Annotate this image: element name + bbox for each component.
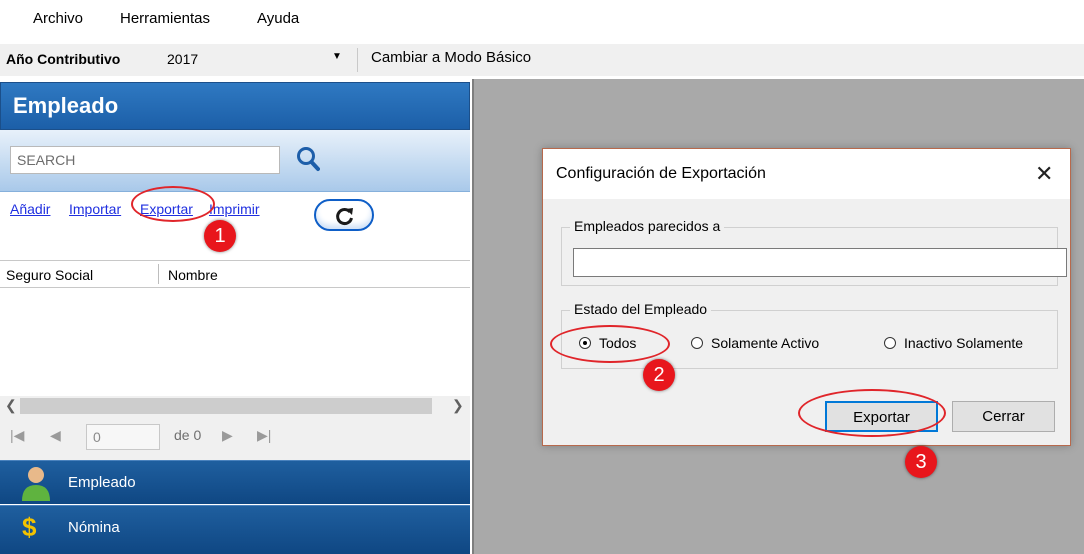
page-count-label: de 0 <box>174 427 202 443</box>
radio-active-label: Solamente Activo <box>711 335 820 351</box>
annotation-badge-2: 2 <box>643 359 675 391</box>
nav-employee[interactable]: Empleado <box>0 460 470 504</box>
toolbar-separator <box>357 48 358 72</box>
close-icon[interactable]: ✕ <box>1035 161 1053 187</box>
similar-employees-label: Empleados parecidos a <box>570 218 725 234</box>
annotation-badge-1: 1 <box>204 220 236 252</box>
import-link[interactable]: Importar <box>69 201 121 217</box>
employee-panel: Empleado SEARCH Añadir Importar Exportar… <box>0 79 472 554</box>
panel-title: Empleado <box>13 93 119 118</box>
first-page-icon[interactable]: |◀ <box>10 427 24 444</box>
grid-body <box>0 288 470 396</box>
previous-page-icon[interactable]: ◀ <box>50 427 61 444</box>
horizontal-scrollbar[interactable]: ❮ ❯ <box>0 396 470 416</box>
search-icon[interactable] <box>296 146 320 172</box>
nav-payroll[interactable]: $ Nómina <box>0 505 470 554</box>
add-link[interactable]: Añadir <box>10 201 50 217</box>
annotation-badge-3: 3 <box>905 446 937 478</box>
nav-employee-label: Empleado <box>68 474 136 491</box>
scroll-thumb[interactable] <box>20 398 432 414</box>
nav-payroll-label: Nómina <box>68 519 120 536</box>
tax-year-select[interactable]: 2017 <box>167 51 198 67</box>
next-page-icon[interactable]: ▶ <box>222 427 233 444</box>
annotation-ellipse-export-link <box>131 186 215 222</box>
pager: |◀ ◀ 0 de 0 ▶ ▶| <box>0 416 470 460</box>
similar-employees-input[interactable] <box>573 248 1067 277</box>
menu-archivo[interactable]: Archivo <box>33 10 83 27</box>
search-input[interactable]: SEARCH <box>10 146 280 174</box>
menu-ayuda[interactable]: Ayuda <box>257 10 299 27</box>
last-page-icon[interactable]: ▶| <box>257 427 271 444</box>
menu-herramientas[interactable]: Herramientas <box>120 10 210 27</box>
tax-year-label: Año Contributivo <box>6 51 121 67</box>
refresh-button[interactable] <box>314 199 374 231</box>
toolbar: Año Contributivo 2017 ▼ Cambiar a Modo B… <box>0 44 1084 76</box>
print-link[interactable]: Imprimir <box>209 201 260 217</box>
panel-header: Empleado <box>0 82 470 130</box>
annotation-ellipse-todos <box>550 325 670 363</box>
dialog-title: Configuración de Exportación <box>556 165 766 182</box>
radio-active-only[interactable]: Solamente Activo <box>691 335 819 351</box>
grid-header: Seguro Social Nombre <box>0 260 470 288</box>
scroll-right-icon[interactable]: ❯ <box>452 397 464 414</box>
column-name[interactable]: Nombre <box>168 267 218 283</box>
radio-inactive-dot[interactable] <box>884 337 896 349</box>
switch-mode-button[interactable]: Cambiar a Modo Básico <box>371 49 531 66</box>
actions-area: Añadir Importar Exportar Imprimir <box>0 192 470 259</box>
refresh-icon <box>336 208 353 225</box>
close-button[interactable]: Cerrar <box>952 401 1055 432</box>
dropdown-arrow-icon[interactable]: ▼ <box>332 51 342 62</box>
radio-active-dot[interactable] <box>691 337 703 349</box>
menu-bar: Archivo Herramientas Ayuda <box>0 0 1084 38</box>
scroll-left-icon[interactable]: ❮ <box>5 397 17 414</box>
dialog-titlebar: Configuración de Exportación ✕ <box>543 149 1070 199</box>
page-number-input[interactable]: 0 <box>86 424 160 450</box>
column-social-security[interactable]: Seguro Social <box>6 267 93 283</box>
employee-icon <box>22 467 50 501</box>
column-separator <box>158 264 159 284</box>
dollar-icon: $ <box>22 512 37 542</box>
radio-inactive-label: Inactivo Solamente <box>904 335 1024 351</box>
employee-status-label: Estado del Empleado <box>570 301 712 317</box>
radio-inactive-only[interactable]: Inactivo Solamente <box>884 335 1023 351</box>
search-area: SEARCH <box>0 130 470 192</box>
annotation-ellipse-export-button <box>798 389 946 437</box>
